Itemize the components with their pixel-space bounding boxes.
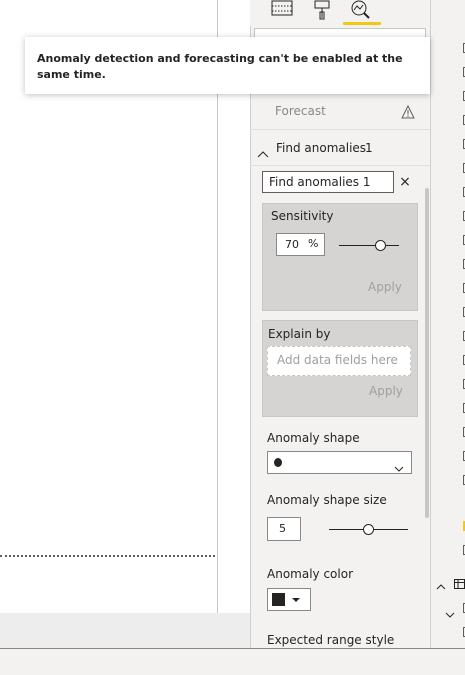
explain-by-apply-button[interactable]: Apply: [369, 384, 403, 398]
anomaly-shape-dropdown[interactable]: [267, 451, 412, 474]
sensitivity-apply-button[interactable]: Apply: [368, 280, 402, 294]
caret-down-icon: [292, 598, 300, 602]
sensitivity-unit: %: [308, 237, 319, 250]
divider: [250, 165, 430, 166]
pane-scrollbar[interactable]: [425, 188, 429, 518]
explain-by-placeholder: Add data fields here: [277, 353, 398, 367]
close-icon[interactable]: ×: [398, 175, 412, 189]
chevron-up-icon[interactable]: [257, 143, 269, 158]
table-icon[interactable]: [270, 0, 294, 22]
warning-icon[interactable]: [401, 104, 415, 119]
expected-range-style-label: Expected range style: [267, 633, 395, 647]
status-bar: [0, 648, 465, 675]
sensitivity-label: Sensitivity: [271, 209, 334, 223]
sensitivity-value: 70: [285, 238, 299, 251]
canvas-footer: [0, 613, 250, 648]
anomaly-shape-label: Anomaly shape: [267, 431, 360, 445]
canvas-dotted-line: [0, 555, 215, 557]
shape-size-slider-thumb[interactable]: [363, 524, 374, 535]
chevron-down-icon[interactable]: [445, 604, 455, 618]
chevron-up-icon[interactable]: [436, 575, 446, 590]
color-swatch: [272, 593, 285, 606]
active-tab-underline: [343, 22, 381, 25]
anomaly-shape-size-value: 5: [279, 522, 286, 535]
find-anomalies-count: 1: [365, 141, 373, 155]
fields-pane-strip: [430, 0, 465, 648]
divider: [250, 129, 430, 130]
anomaly-shape-size-label: Anomaly shape size: [267, 493, 387, 507]
table-icon: [454, 574, 465, 589]
anomaly-name-input[interactable]: Find anomalies 1: [262, 171, 394, 193]
pane-tool-bar: [250, 0, 430, 26]
paint-roller-icon[interactable]: [310, 0, 334, 22]
sensitivity-slider-thumb[interactable]: [375, 240, 386, 251]
tooltip-text: Anomaly detection and forecasting can't …: [37, 52, 403, 81]
sensitivity-slider-track[interactable]: [339, 245, 399, 246]
anomaly-color-label: Anomaly color: [267, 567, 353, 581]
shape-circle-icon: [274, 458, 282, 467]
analytics-magnifier-icon[interactable]: [348, 0, 372, 22]
chevron-down-icon[interactable]: [394, 458, 404, 472]
explain-by-label: Explain by: [268, 327, 331, 341]
find-anomalies-label: Find anomalies: [276, 141, 367, 155]
forecast-label: Forecast: [275, 104, 326, 118]
